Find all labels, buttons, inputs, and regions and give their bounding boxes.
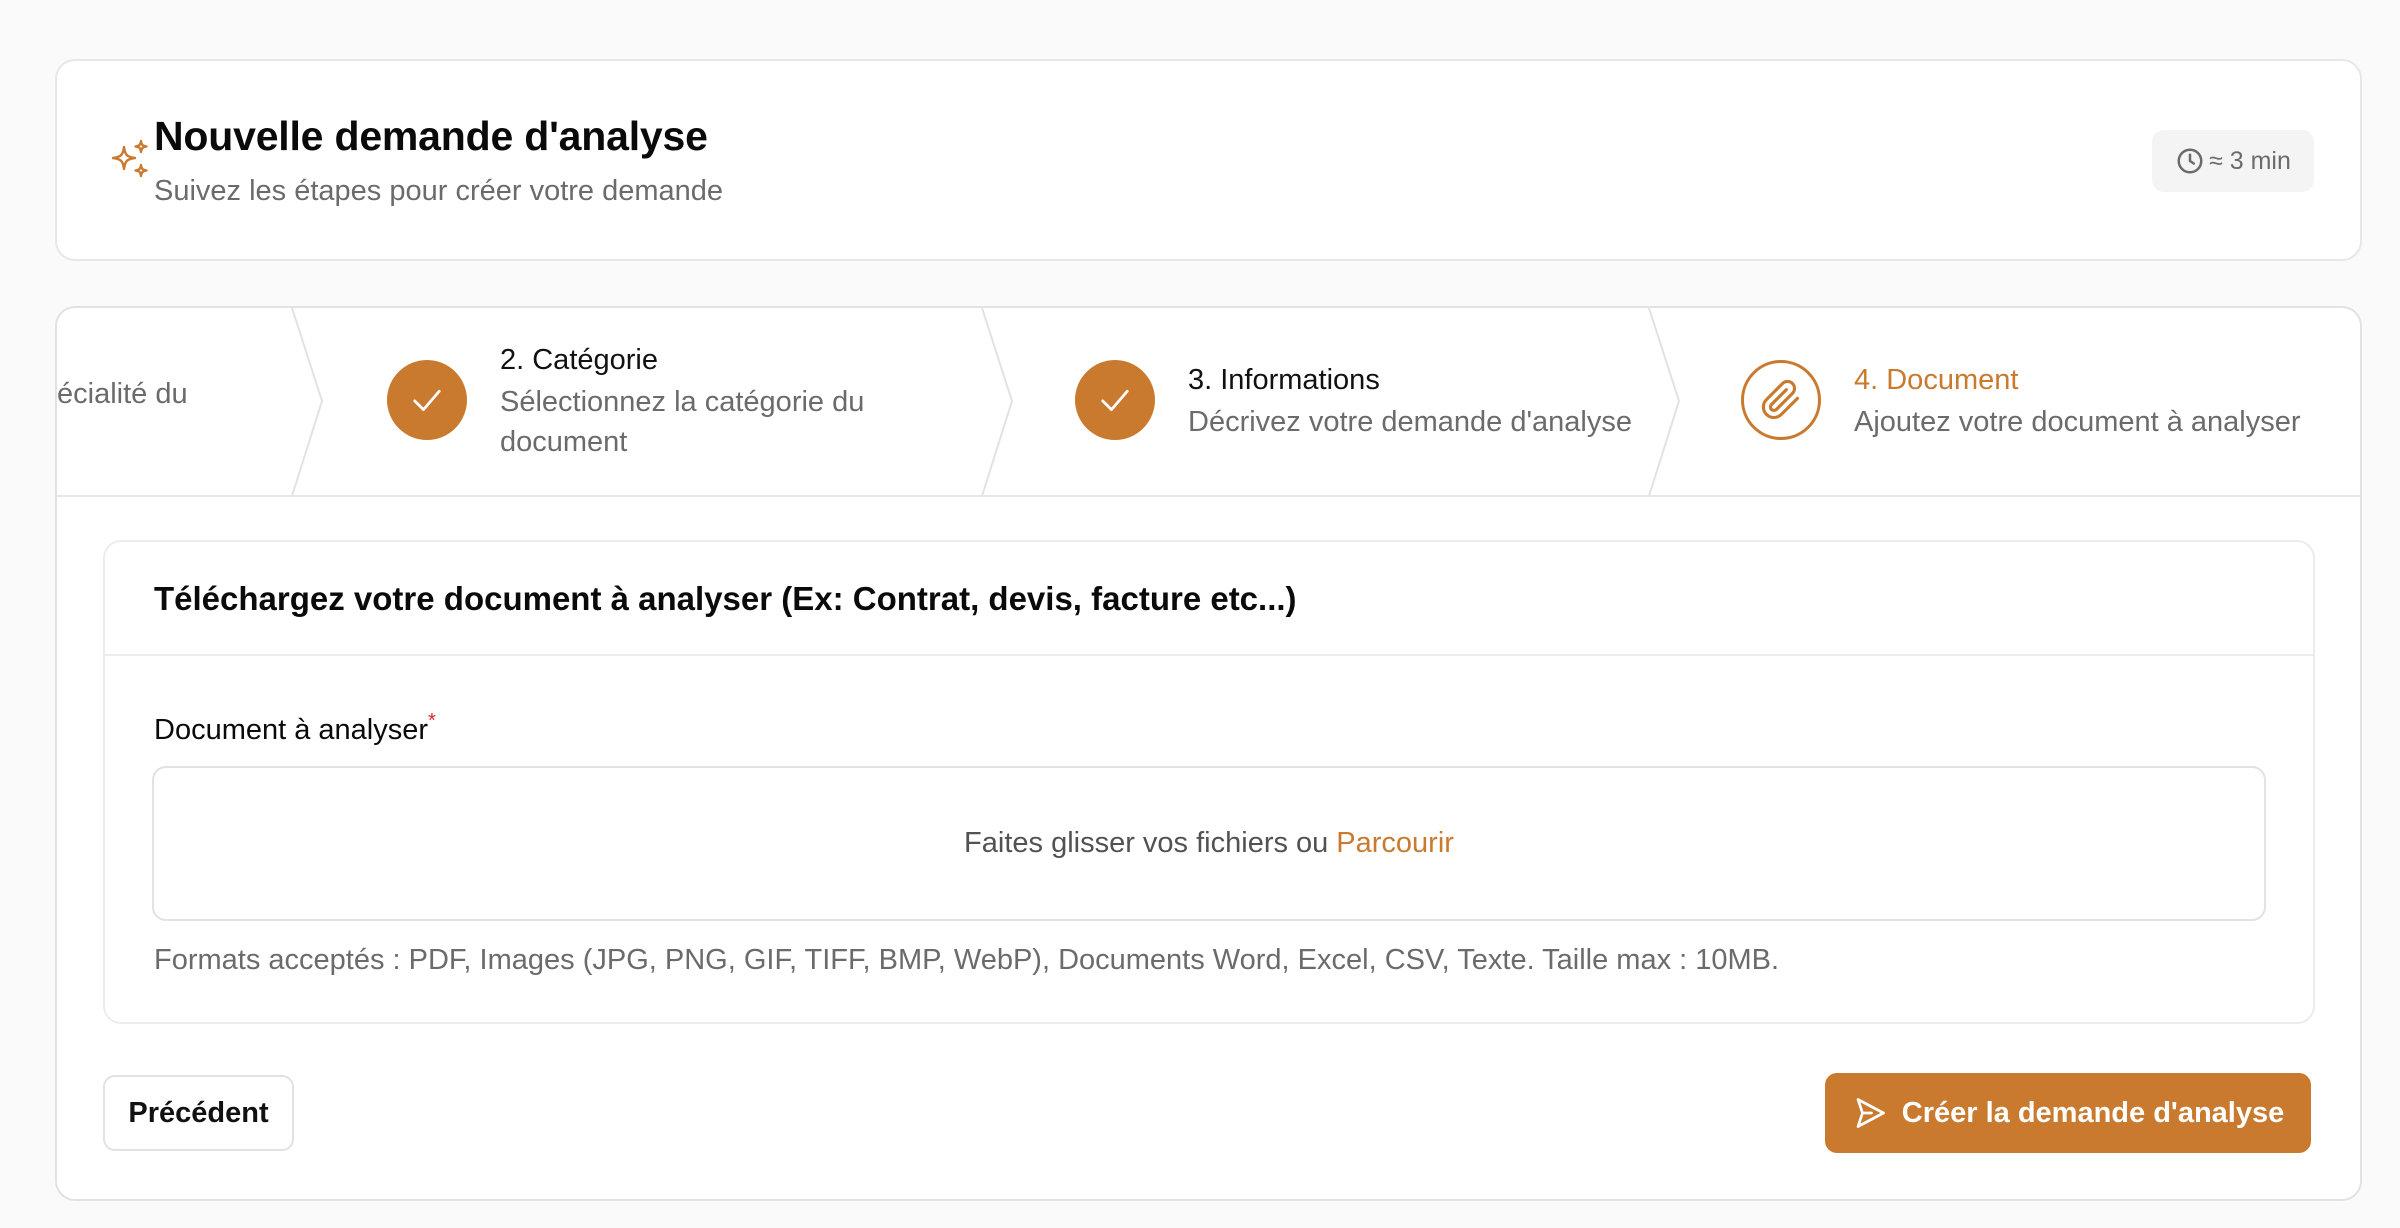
send-icon (1856, 1098, 1885, 1128)
required-asterisk: * (428, 710, 436, 732)
upload-card: Téléchargez votre document à analyser (E… (103, 540, 2315, 1024)
upload-card-header: Téléchargez votre document à analyser (E… (105, 542, 2313, 656)
browse-link[interactable]: Parcourir (1336, 827, 1454, 860)
previous-button[interactable]: Précédent (103, 1075, 294, 1151)
wizard-card: écialité du 2. Catégorie Sélectionnez la… (55, 306, 2362, 1201)
page-title: Nouvelle demande d'analyse (154, 113, 708, 159)
step-description: Ajoutez votre document à analyser (1854, 406, 2301, 438)
paperclip-icon (1761, 379, 1800, 420)
sparkles-icon (111, 139, 148, 178)
upload-card-title: Téléchargez votre document à analyser (E… (154, 580, 1297, 617)
page-header-card: Nouvelle demande d'analyse Suivez les ét… (55, 59, 2362, 261)
accepted-formats-hint: Formats acceptés : PDF, Images (JPG, PNG… (154, 944, 1780, 976)
dropzone-text: Faites glisser vos fichiers ou (964, 827, 1329, 859)
step-title: 4. Document (1854, 364, 2019, 396)
create-request-label: Créer la demande d'analyse (1901, 1096, 2285, 1129)
time-estimate-badge: ≈ 3 min (2152, 130, 2314, 192)
file-dropzone[interactable]: Faites glisser vos fichiers ou Parcourir (152, 766, 2266, 921)
page-subtitle: Suivez les étapes pour créer votre deman… (154, 175, 724, 207)
step-document[interactable]: 4. Document Ajoutez votre document à ana… (57, 308, 2360, 495)
step-current-badge (1741, 360, 1821, 440)
document-field-label-text: Document à analyser (154, 714, 429, 746)
stepper: écialité du 2. Catégorie Sélectionnez la… (57, 308, 2360, 496)
time-estimate-text: ≈ 3 min (2209, 146, 2291, 175)
stepper-divider (57, 495, 2360, 497)
clock-icon (2177, 148, 2203, 174)
document-field-label: Document à analyser* (154, 710, 436, 747)
create-request-button[interactable]: Créer la demande d'analyse (1825, 1073, 2311, 1153)
